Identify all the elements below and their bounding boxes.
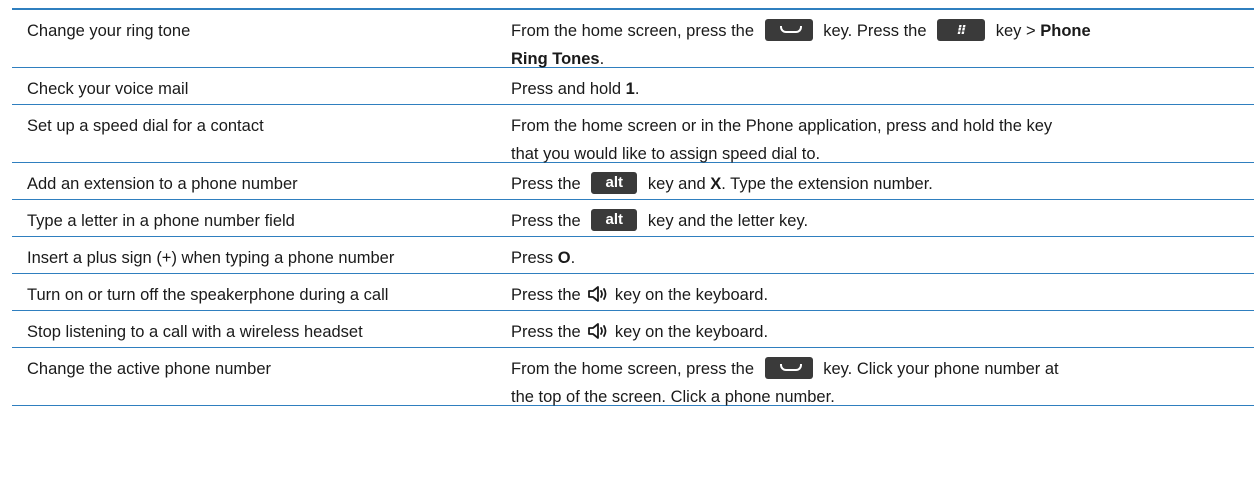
speaker-key-icon bbox=[588, 286, 607, 303]
action-text: Press the bbox=[511, 175, 581, 193]
action-cell: From the home screen, press the key. Pre… bbox=[511, 10, 1254, 68]
action-text: . bbox=[599, 50, 605, 68]
action-text: key on the keyboard. bbox=[614, 286, 769, 304]
task-cell: Change your ring tone bbox=[27, 22, 191, 40]
shortcut-table: Change your ring tone From the home scre… bbox=[12, 8, 1254, 406]
task-cell: Stop listening to a call with a wireless… bbox=[27, 323, 363, 341]
action-text: From the home screen or in the Phone app… bbox=[511, 117, 1053, 135]
task-cell: Change the active phone number bbox=[27, 360, 272, 378]
speaker-key-icon bbox=[588, 323, 607, 340]
table-row: Change your ring tone From the home scre… bbox=[12, 10, 1254, 68]
task-cell: Turn on or turn off the speakerphone dur… bbox=[27, 286, 389, 304]
action-bold: X bbox=[710, 175, 722, 193]
action-cell: Press the key on the keyboard. bbox=[511, 311, 1254, 347]
action-bold: Ring Tones bbox=[511, 50, 600, 68]
action-bold: Phone bbox=[1040, 22, 1091, 40]
action-bold: 1 bbox=[625, 80, 635, 98]
table-row: Check your voice mail Press and hold 1. bbox=[12, 68, 1254, 105]
action-text: Press bbox=[511, 249, 554, 267]
action-cell: Press O. bbox=[511, 237, 1254, 273]
action-text: the top of the screen. Click a phone num… bbox=[511, 388, 835, 406]
action-cell: From the home screen, press the key. Cli… bbox=[511, 348, 1254, 406]
action-text: From the home screen, press the bbox=[511, 22, 755, 40]
action-text: key and bbox=[647, 175, 706, 193]
action-text: key and the letter key. bbox=[647, 212, 809, 230]
send-key-icon bbox=[764, 357, 813, 380]
action-text: key. Press the bbox=[823, 22, 927, 40]
task-cell: Set up a speed dial for a contact bbox=[27, 117, 264, 135]
table-row: Add an extension to a phone number Press… bbox=[12, 163, 1254, 200]
table-row: Change the active phone number From the … bbox=[12, 348, 1254, 406]
action-cell: From the home screen or in the Phone app… bbox=[511, 105, 1254, 163]
action-bold: O bbox=[557, 249, 571, 267]
send-key-icon bbox=[764, 19, 813, 42]
table-row: Type a letter in a phone number field Pr… bbox=[12, 200, 1254, 237]
action-cell: Press and hold 1. bbox=[511, 68, 1254, 104]
task-cell: Insert a plus sign (+) when typing a pho… bbox=[27, 249, 395, 267]
action-text: key > bbox=[995, 22, 1036, 40]
action-cell: Press the alt key and X. Type the extens… bbox=[511, 163, 1254, 199]
table-row: Turn on or turn off the speakerphone dur… bbox=[12, 274, 1254, 311]
action-text: Press the bbox=[511, 323, 581, 341]
action-text: From the home screen, press the bbox=[511, 360, 755, 378]
task-cell: Add an extension to a phone number bbox=[27, 175, 298, 193]
action-text: key on the keyboard. bbox=[614, 323, 769, 341]
menu-key-icon: ⁝⁝ bbox=[937, 19, 986, 42]
action-text: Press the bbox=[511, 286, 581, 304]
action-text: Press the bbox=[511, 212, 581, 230]
table-row: Insert a plus sign (+) when typing a pho… bbox=[12, 237, 1254, 274]
action-text: key. Click your phone number at bbox=[823, 360, 1059, 378]
alt-key-icon: alt bbox=[591, 209, 638, 232]
action-cell: Press the key on the keyboard. bbox=[511, 274, 1254, 310]
task-cell: Type a letter in a phone number field bbox=[27, 212, 295, 230]
action-cell: Press the alt key and the letter key. bbox=[511, 200, 1254, 236]
task-cell: Check your voice mail bbox=[27, 80, 189, 98]
table-row: Stop listening to a call with a wireless… bbox=[12, 311, 1254, 348]
table-row: Set up a speed dial for a contact From t… bbox=[12, 105, 1254, 163]
action-text: . bbox=[634, 80, 640, 98]
action-text: . bbox=[570, 249, 576, 267]
action-text: . Type the extension number. bbox=[721, 175, 933, 193]
alt-key-icon: alt bbox=[591, 172, 638, 195]
action-text: Press and hold bbox=[511, 80, 622, 98]
action-text: that you would like to assign speed dial… bbox=[511, 145, 821, 163]
